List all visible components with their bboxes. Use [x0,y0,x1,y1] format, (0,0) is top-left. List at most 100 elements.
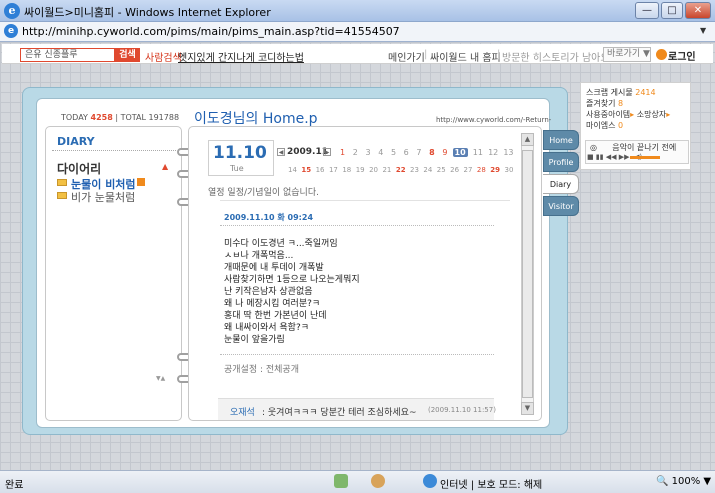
no-schedule-text: 열정 일정/기념일이 없습니다. [208,188,319,198]
calendar-day[interactable]: 9 [442,148,447,157]
login-button[interactable]: 로그인 [668,48,696,63]
comment-time: (2009.11.10 11:57) [428,406,496,414]
divider [220,354,494,355]
calendar-day[interactable]: 5 [391,148,396,157]
calendar-days-row1: 1 2 3 4 5 6 7 8 9 10 11 12 13 [340,148,514,157]
divider [220,200,510,201]
calendar-day[interactable]: 17 [329,166,338,174]
favorites-line[interactable]: 즐겨찾기 8 [586,98,623,109]
status-bar [0,470,715,493]
music-title-text: 음악이 끝나기 전에 [612,143,677,152]
divider [52,150,176,151]
calendar-day[interactable]: 11 [473,148,483,157]
total-label: TOTAL [120,113,146,122]
ie-logo-icon: e [4,3,20,19]
calendar-day[interactable]: 15 [301,166,311,174]
calendar-day[interactable]: 4 [378,148,383,157]
calendar-day[interactable]: 1 [340,148,345,157]
close-button[interactable]: ✕ [685,2,711,19]
comment-author[interactable]: 오재석 [230,405,255,418]
calendar-day[interactable]: 14 [288,166,297,174]
calendar-day[interactable]: 8 [429,148,435,157]
home-title[interactable]: 이도경님의 Home.p [194,108,318,128]
volume-slider[interactable] [630,156,660,159]
calendar-day[interactable]: 7 [416,148,421,157]
day-name: Tue [230,164,244,173]
scroll-up-icon[interactable]: ▲ [521,133,534,146]
internet-zone-icon [423,474,437,488]
calendar-days-row2: 14 15 16 17 18 19 20 21 22 23 24 25 26 2… [288,166,513,174]
collapse-arrow-icon[interactable]: ▲ [162,162,168,171]
calendar-day[interactable]: 27 [464,166,473,174]
items-line[interactable]: 사용중아이템▸ 소망상자▸ [586,109,670,120]
divider [220,225,494,226]
month-label: 2009.11 [287,147,328,157]
today-label: TODAY [61,113,88,122]
window-title: 싸이월드>미니홈피 - Windows Internet Explorer [24,6,271,19]
calendar-day[interactable]: 20 [369,166,378,174]
zoom-value: 100% [671,476,701,487]
popup-blocker-icon[interactable] [334,474,348,488]
search-input[interactable]: 은유 신종플루 [20,48,115,62]
page-icon: e [4,24,18,38]
tab-visitor[interactable]: Visitor [543,196,579,216]
maximize-button[interactable]: □ [661,2,683,19]
big-date: 11.10 [213,143,267,163]
tab-diary[interactable]: Diary [543,174,579,194]
folder-icon [57,179,67,186]
folder-item[interactable]: 비가 눈물처럼 [71,189,135,205]
favorites-count: 8 [618,99,624,108]
address-dropdown-icon[interactable]: ▼ [700,26,706,35]
calendar-day[interactable]: 24 [423,166,432,174]
scroll-arrows-icon[interactable]: ▼▲ [156,375,165,382]
calendar-day[interactable]: 19 [356,166,365,174]
security-icon[interactable] [371,474,385,488]
mileage-line[interactable]: 마이엠스 0 [586,120,623,131]
zone-text[interactable]: 인터넷 | 보호 모드: 해제 [440,476,542,491]
prev-month-icon[interactable]: ◀ [277,148,285,156]
scroll-down-icon[interactable]: ▼ [521,402,534,415]
zoom-level[interactable]: 🔍 100% ▼ [656,476,711,487]
nav-history-link[interactable]: 방문한 히스토리가 남아요 [502,49,610,64]
calendar-day[interactable]: 28 [477,166,486,174]
shortcut-select[interactable]: 바로가기 ▼ [603,47,651,62]
nav-separator: | [424,49,428,60]
calendar-day[interactable]: 26 [450,166,459,174]
visitor-counter: TODAY 4258 | TOTAL 191788 [61,113,180,122]
calendar-day-selected[interactable]: 10 [452,148,468,157]
post-line: 눈물이 앞을가림 [224,335,285,345]
visibility-setting: 공개설정 : 전체공개 [224,365,299,375]
calendar-day[interactable]: 21 [382,166,391,174]
calendar-day[interactable]: 18 [342,166,351,174]
search-button[interactable]: 검색 [115,48,140,62]
gift-label: 소망상자 [636,110,667,119]
post-date: 2009.11.10 화 09:24 [224,213,314,222]
calendar-day[interactable]: 13 [503,148,513,157]
calendar-day[interactable]: 22 [396,166,406,174]
calendar-day[interactable]: 2 [353,148,358,157]
calendar-day[interactable]: 3 [365,148,370,157]
tab-home[interactable]: Home [543,130,579,150]
nav-my-home-link[interactable]: 싸이월드 내 홈피 [430,49,501,64]
calendar-day[interactable]: 23 [410,166,419,174]
calendar-day[interactable]: 12 [488,148,498,157]
people-search-link[interactable]: 사람검색 [145,49,182,64]
minimize-button[interactable]: — [635,2,659,19]
scrap-count-line[interactable]: 스크랩 게시물 2414 [586,87,656,98]
calendar-day[interactable]: 25 [437,166,446,174]
calendar-day[interactable]: 29 [490,166,500,174]
calendar-day[interactable]: 6 [404,148,409,157]
home-url[interactable]: http://www.cyworld.com/-Return- [436,116,551,124]
scrollbar-thumb[interactable] [522,150,533,398]
address-input[interactable]: http://minihp.cyworld.com/pims/main/pims… [22,25,400,38]
calendar-day[interactable]: 16 [316,166,325,174]
mileage-count: 0 [618,121,624,130]
promo-link[interactable]: 엣지있게 간지나게 코디하는법 [178,49,304,64]
tab-profile[interactable]: Profile [543,152,579,172]
diary-category[interactable]: 다이어리 [57,160,101,177]
next-month-icon[interactable]: ▶ [323,148,331,156]
calendar-day[interactable]: 30 [504,166,513,174]
total-count: 191788 [148,113,180,122]
comment-text: : 웃겨여ㅋㅋㅋ 당분간 테러 조심하세요~ [262,408,417,418]
nav-main-link[interactable]: 메인가기 [388,49,425,64]
